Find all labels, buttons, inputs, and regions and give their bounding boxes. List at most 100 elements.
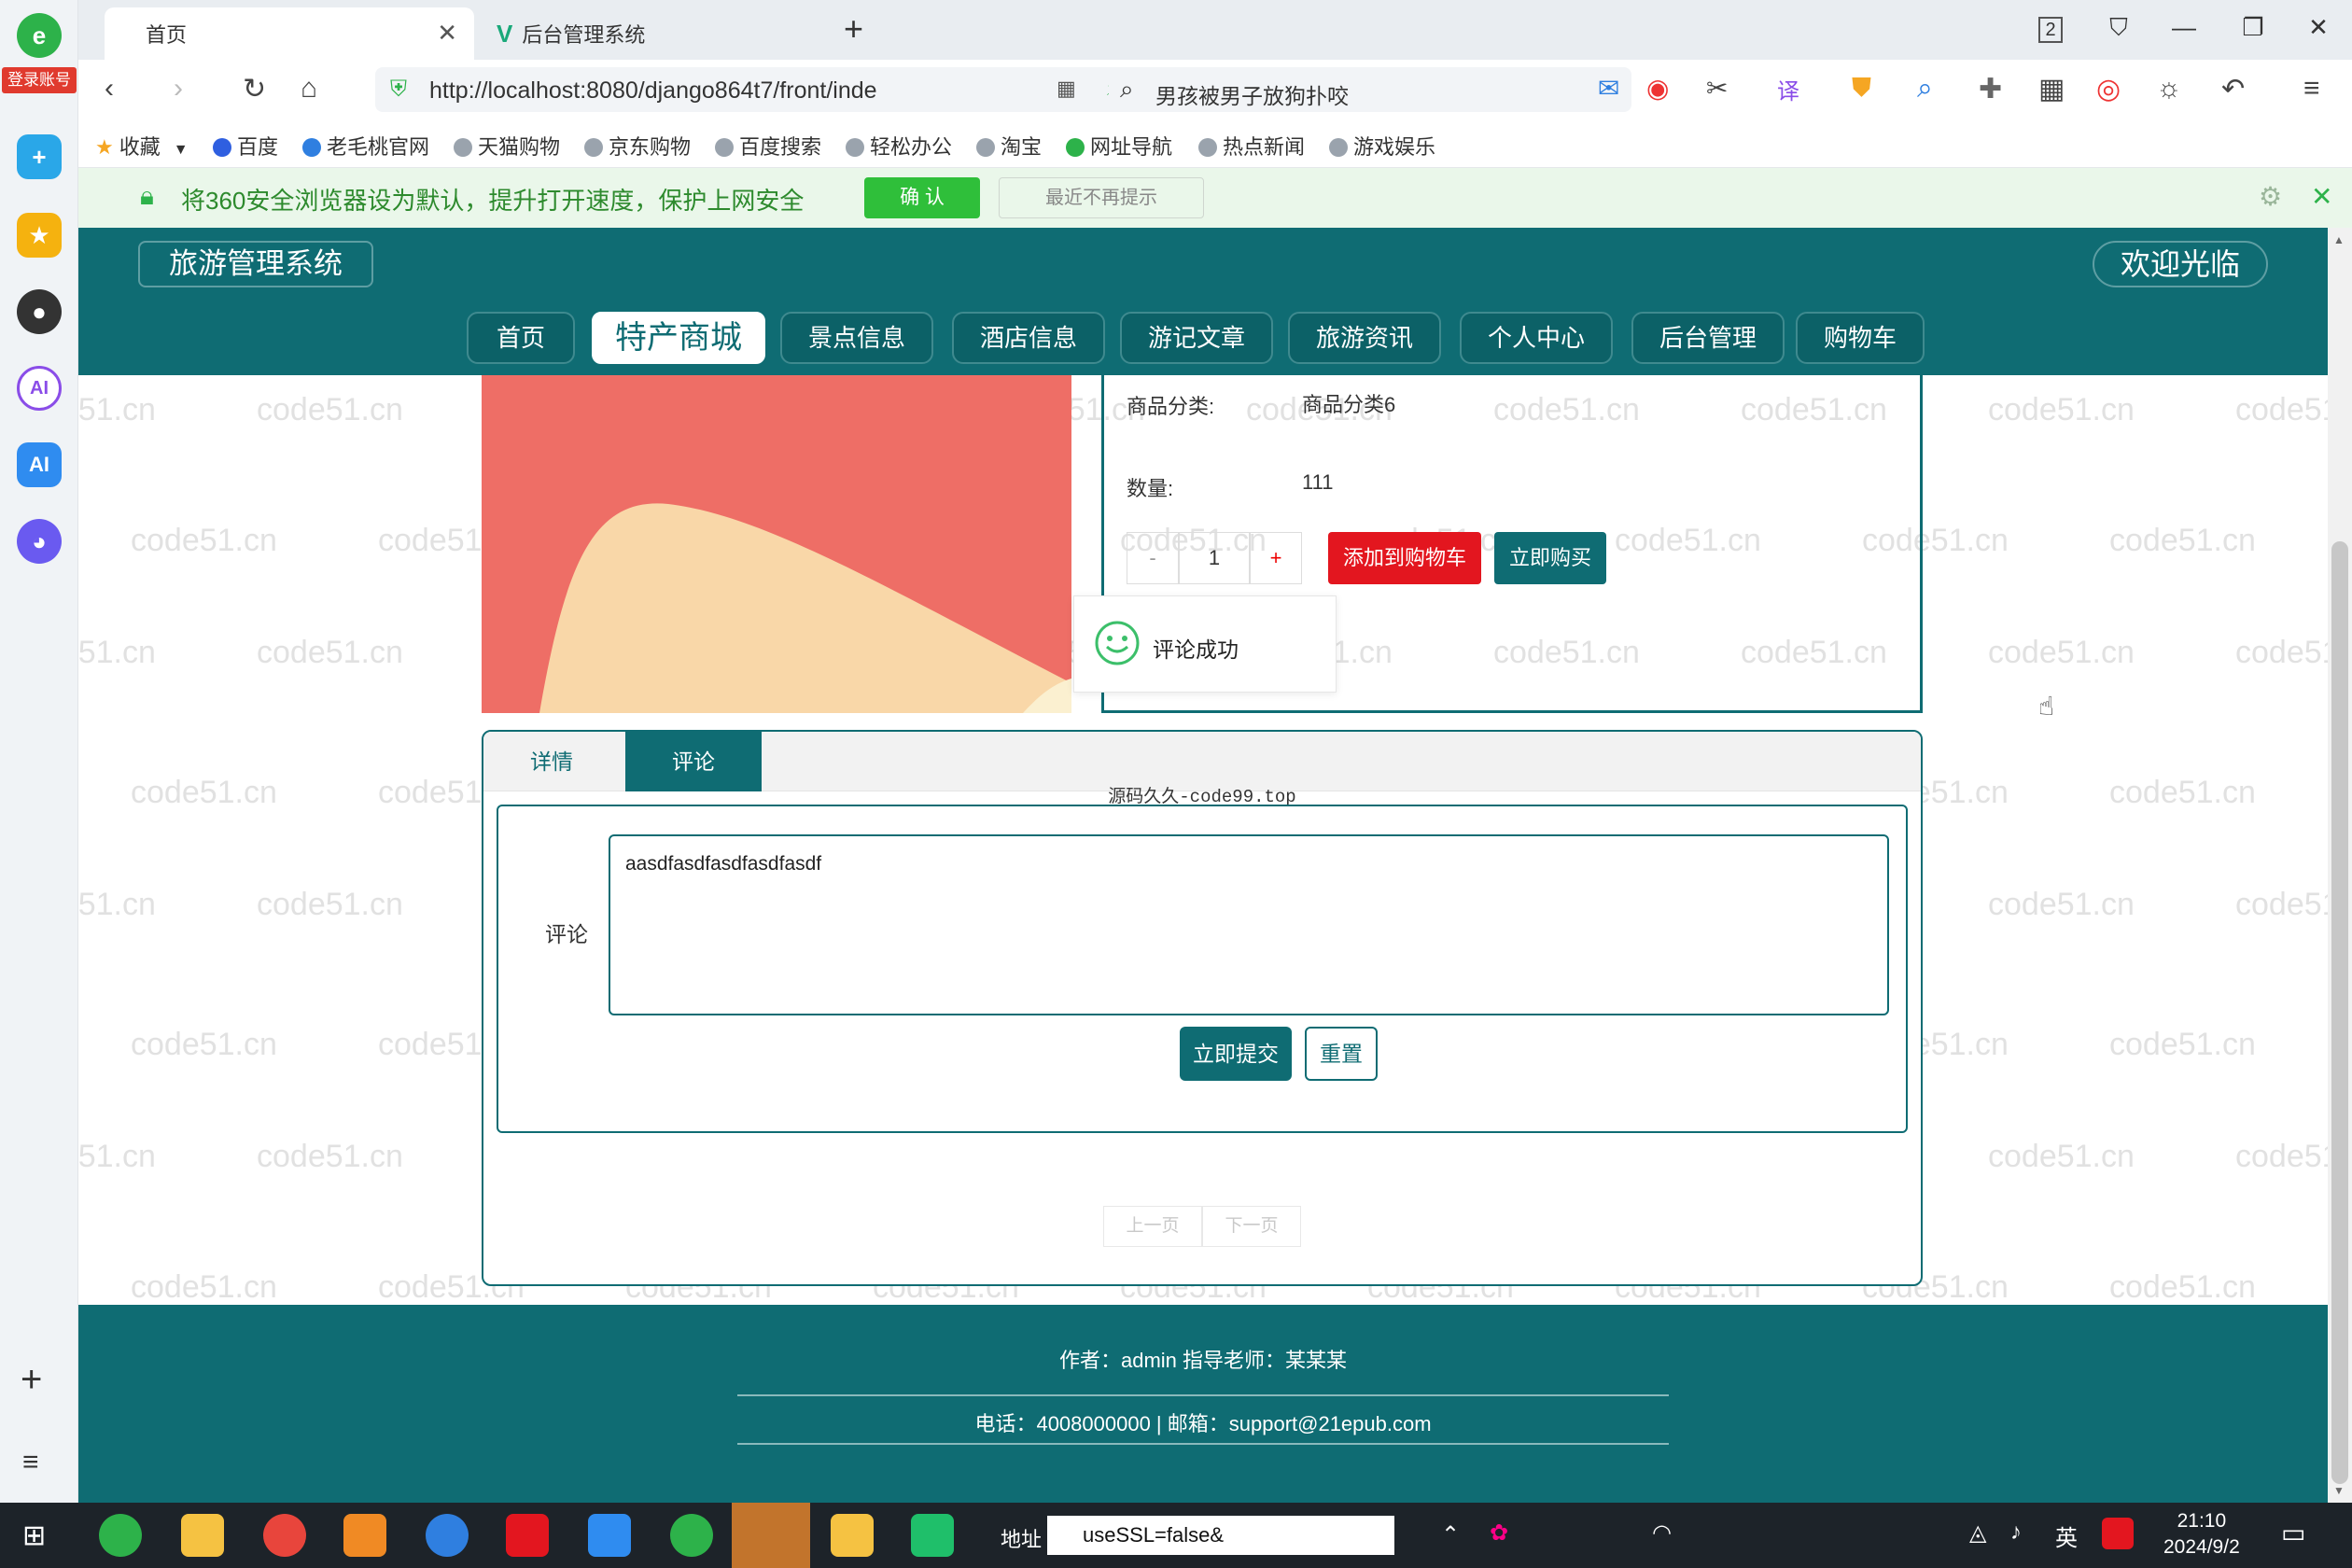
quantity-input[interactable]: 1 xyxy=(1179,532,1250,584)
nav-travel-notes[interactable]: 游记文章 xyxy=(1120,312,1273,364)
reset-button[interactable]: 重置 xyxy=(1305,1027,1378,1081)
new-tab-icon[interactable]: + xyxy=(844,9,863,49)
notice-dismiss-button[interactable]: 最近不再提示 xyxy=(999,177,1204,218)
sublime-icon[interactable] xyxy=(343,1514,386,1557)
bookmark-item[interactable]: 淘宝 xyxy=(976,131,1042,161)
home-icon[interactable]: ⌂ xyxy=(301,73,317,105)
add-icon[interactable]: + xyxy=(21,1359,42,1401)
taskbar-clock[interactable]: 21:10 2024/9/2 xyxy=(2163,1508,2240,1561)
edge-icon[interactable] xyxy=(426,1514,469,1557)
minimize-icon[interactable]: — xyxy=(2165,13,2203,42)
scroll-down-icon[interactable]: ▼ xyxy=(2333,1484,2345,1497)
login-badge[interactable]: 登录账号 xyxy=(2,67,77,93)
submit-comment-button[interactable]: 立即提交 xyxy=(1180,1027,1292,1081)
close-tab-icon[interactable]: ✕ xyxy=(437,19,457,48)
quantity-increase-button[interactable]: + xyxy=(1250,532,1302,584)
sogou-ime-icon[interactable] xyxy=(2102,1518,2134,1549)
360-browser-logo-icon[interactable]: e xyxy=(17,13,62,58)
tray-expand-icon[interactable]: ⌃ xyxy=(1441,1521,1460,1548)
file-explorer-icon[interactable] xyxy=(181,1514,224,1557)
close-window-icon[interactable]: ✕ xyxy=(2300,13,2337,42)
nav-cart[interactable]: 购物车 xyxy=(1796,312,1925,364)
wps-icon[interactable] xyxy=(506,1514,549,1557)
nav-hotels[interactable]: 酒店信息 xyxy=(952,312,1105,364)
ai-assistant-icon[interactable]: AI xyxy=(17,442,62,487)
search-box[interactable]: ⌕ 男孩被男子放狗扑咬 xyxy=(1109,67,1631,112)
bookmark-item[interactable]: 网址导航 xyxy=(1066,131,1172,161)
restore-icon[interactable]: ❐ xyxy=(2234,13,2272,42)
bookmark-item[interactable]: 热点新闻 xyxy=(1198,131,1305,161)
assistant-bot-icon[interactable]: ● xyxy=(17,289,62,334)
360-browser-taskbar-icon[interactable] xyxy=(99,1514,142,1557)
tray-wifi-icon[interactable]: ◠ xyxy=(1652,1519,1672,1547)
tab-count-badge[interactable]: 2 xyxy=(2038,17,2063,43)
quantity-decrease-button[interactable]: - xyxy=(1127,532,1179,584)
browser-tab-admin[interactable]: V 后台管理系统 xyxy=(474,7,836,60)
weibo-icon[interactable]: ◉ xyxy=(1646,73,1669,104)
chat-bot-icon[interactable]: ◕ xyxy=(17,519,62,564)
scrollbar-thumb[interactable] xyxy=(2331,541,2348,1484)
menu-list-icon[interactable]: ≡ xyxy=(22,1447,39,1478)
scroll-up-icon[interactable]: ▲ xyxy=(2333,233,2345,246)
nav-specialty-mall[interactable]: 特产商城 xyxy=(590,310,767,366)
pycharm-icon[interactable] xyxy=(911,1514,954,1557)
bookmark-item[interactable]: 老毛桃官网 xyxy=(302,131,429,161)
shield-icon[interactable]: ⛊ xyxy=(1852,73,1871,104)
translate-icon[interactable]: 译 xyxy=(1777,73,1799,105)
bookmark-item[interactable]: 百度 xyxy=(213,131,278,161)
wechat-icon[interactable] xyxy=(670,1514,713,1557)
site-title[interactable]: 旅游管理系统 xyxy=(138,241,373,287)
app-icon[interactable] xyxy=(831,1514,874,1557)
qr-icon[interactable]: ▦ xyxy=(1057,77,1076,101)
undo-icon[interactable]: ↶ xyxy=(2221,73,2245,105)
extension-icon[interactable]: ✚ xyxy=(1979,73,2002,105)
bookmark-item[interactable]: 游戏娱乐 xyxy=(1329,131,1435,161)
bookmark-item[interactable]: 轻松办公 xyxy=(846,131,952,161)
favorites-star-icon[interactable]: ★ xyxy=(17,213,62,258)
notifications-icon[interactable]: ▭ xyxy=(2281,1518,2305,1548)
shirt-skin-icon[interactable]: ⛉ xyxy=(2100,13,2137,43)
magnifier-icon[interactable]: ⌕ xyxy=(1917,73,1933,105)
windows-start-icon[interactable]: ⊞ xyxy=(22,1519,46,1552)
address-bar[interactable]: ⛨ http://localhost:8080/django864t7/fron… xyxy=(375,67,1197,112)
chrome-icon[interactable] xyxy=(263,1514,306,1557)
nav-travel-news[interactable]: 旅游资讯 xyxy=(1288,312,1441,364)
nav-admin[interactable]: 后台管理 xyxy=(1631,312,1785,364)
settings-gear-icon[interactable]: ⚙ xyxy=(2259,181,2282,212)
tray-app-icon[interactable]: ✿ xyxy=(1490,1519,1508,1547)
ai-icon[interactable]: AI xyxy=(17,366,62,411)
scissors-icon[interactable]: ✂ xyxy=(1706,73,1728,104)
nav-personal-center[interactable]: 个人中心 xyxy=(1460,312,1613,364)
comment-textarea[interactable]: aasdfasdfasdfasdfasdf xyxy=(609,834,1889,1015)
back-icon[interactable]: ‹ xyxy=(105,73,114,105)
prev-page-button[interactable]: 上一页 xyxy=(1103,1206,1202,1247)
close-notice-icon[interactable]: ✕ xyxy=(2311,181,2332,212)
active-app-highlight[interactable] xyxy=(732,1503,810,1568)
volume-icon[interactable]: ♪ xyxy=(2010,1519,2022,1546)
notice-confirm-button[interactable]: 确 认 xyxy=(864,177,980,218)
apps-grid-icon[interactable]: ▦ xyxy=(2038,73,2065,105)
brightness-icon[interactable]: ☼ xyxy=(2156,73,2182,105)
ime-indicator[interactable]: 英 xyxy=(2055,1519,2078,1552)
nav-home[interactable]: 首页 xyxy=(467,312,575,364)
buy-now-button[interactable]: 立即购买 xyxy=(1494,532,1606,584)
add-to-cart-button[interactable]: 添加到购物车 xyxy=(1328,532,1481,584)
menu-icon[interactable]: ≡ xyxy=(2303,73,2320,105)
reload-icon[interactable]: ↻ xyxy=(243,73,266,105)
taskbar-address-input[interactable]: useSSL=false& xyxy=(1047,1516,1394,1555)
bookmark-item[interactable]: 百度搜索 xyxy=(715,131,821,161)
bookmark-item[interactable]: 京东购物 xyxy=(584,131,691,161)
sidebar-app-icon[interactable]: + xyxy=(17,134,62,179)
mail-icon[interactable]: ✉ xyxy=(1598,73,1619,104)
bookmark-favorites[interactable]: ★ 收藏 ▼ xyxy=(95,131,189,161)
ai-ring-icon[interactable]: ◎ xyxy=(2096,73,2121,105)
nav-attractions[interactable]: 景点信息 xyxy=(780,312,933,364)
forward-icon[interactable]: › xyxy=(174,73,183,105)
todesk-icon[interactable] xyxy=(588,1514,631,1557)
page-scrollbar[interactable]: ▲ ▼ xyxy=(2328,228,2352,1503)
next-page-button[interactable]: 下一页 xyxy=(1202,1206,1301,1247)
browser-tab-home[interactable]: 首页 ✕ xyxy=(105,7,474,60)
bookmark-item[interactable]: 天猫购物 xyxy=(454,131,560,161)
network-icon[interactable]: ◬ xyxy=(1969,1519,1986,1547)
browser-tab-strip: 首页 ✕ V 后台管理系统 + 2 ⛉ — ❐ ✕ xyxy=(78,0,2352,60)
